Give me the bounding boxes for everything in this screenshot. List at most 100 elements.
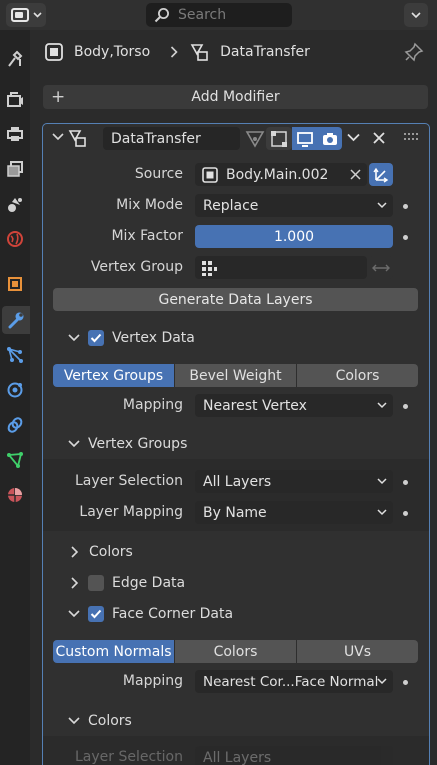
add-modifier-button[interactable]: + Add Modifier <box>43 85 428 109</box>
search-input[interactable] <box>178 7 288 23</box>
face-corner-data-header[interactable]: Face Corner Data <box>68 604 233 624</box>
properties-editor-icon <box>10 8 29 22</box>
add-modifier-label: Add Modifier <box>191 89 280 105</box>
particles-icon <box>7 347 23 363</box>
collapse-chevron-icon <box>68 610 80 618</box>
keyframe-dot[interactable] <box>403 235 408 240</box>
mix-mode-label: Mix Mode <box>116 197 183 213</box>
chevron-right-icon <box>171 46 178 58</box>
tab-output[interactable] <box>2 120 28 148</box>
invert-vertex-group-toggle[interactable] <box>369 256 393 279</box>
vertex-group-label: Vertex Group <box>90 259 183 275</box>
vertex-colors-subpanel-title: Colors <box>89 544 133 560</box>
collapse-chevron-icon <box>68 440 80 448</box>
vertex-group-field[interactable] <box>195 256 367 279</box>
mix-factor-slider[interactable]: 1.000 <box>195 225 393 248</box>
tab-object-data[interactable] <box>2 446 28 474</box>
render-icon <box>7 92 23 107</box>
tab-custom-normals[interactable]: Custom Normals <box>53 640 175 663</box>
vertex-mapping-dropdown[interactable]: Nearest Vertex <box>195 394 393 417</box>
object-icon <box>45 43 63 61</box>
wrench-icon <box>8 312 24 329</box>
close-icon[interactable] <box>372 131 386 145</box>
face-layer-selection-label: Layer Selection <box>74 749 183 765</box>
tab-world[interactable] <box>2 225 28 253</box>
vertex-groups-subpanel-title: Vertex Groups <box>88 436 188 452</box>
generate-data-layers-button[interactable]: Generate Data Layers <box>53 288 418 311</box>
object-transform-toggle[interactable] <box>369 163 393 186</box>
world-icon <box>7 231 23 247</box>
tab-uvs[interactable]: UVs <box>297 640 418 663</box>
viewport-toggle[interactable] <box>292 127 318 150</box>
source-field[interactable]: Body.Main.002 <box>195 163 367 186</box>
clear-icon[interactable] <box>350 169 361 180</box>
breadcrumb: Body,Torso DataTransfer <box>44 38 310 66</box>
tab-constraints[interactable] <box>2 411 28 439</box>
data-transfer-icon <box>190 44 208 61</box>
vertex-data-tabs: Vertex Groups Bevel Weight Colors <box>53 364 418 387</box>
face-corner-mapping-label: Mapping <box>122 673 183 689</box>
chevron-down-icon <box>377 509 387 516</box>
keyframe-dot[interactable] <box>403 480 408 485</box>
search-field[interactable] <box>146 3 292 27</box>
editor-type-button[interactable] <box>6 3 46 27</box>
data-transfer-icon <box>68 130 86 147</box>
tab-modifiers[interactable] <box>2 306 30 334</box>
chevron-right-icon <box>71 546 79 558</box>
tab-view-layer[interactable] <box>2 155 28 183</box>
chevron-down-icon <box>32 12 42 18</box>
chevron-down-icon <box>411 11 421 18</box>
layer-mapping-value: By Name <box>203 504 267 521</box>
tab-colors[interactable]: Colors <box>175 640 297 663</box>
tab-tool[interactable] <box>2 45 28 73</box>
options-dropdown[interactable] <box>404 3 428 27</box>
checkmark-icon <box>90 609 102 619</box>
edge-data-checkbox[interactable] <box>88 575 104 591</box>
mix-factor-value: 1.000 <box>273 228 315 245</box>
chevron-down-icon[interactable] <box>347 133 360 142</box>
tab-material[interactable] <box>2 481 28 509</box>
on-cage-icon[interactable] <box>245 129 265 149</box>
face-layer-selection-dropdown[interactable]: All Layers <box>195 746 393 765</box>
face-corner-data-title: Face Corner Data <box>112 606 234 622</box>
face-colors-subpanel-title: Colors <box>88 713 132 729</box>
keyframe-dot[interactable] <box>403 511 408 516</box>
tool-icon <box>8 50 23 67</box>
face-corner-data-checkbox[interactable] <box>88 606 104 622</box>
tab-particles[interactable] <box>2 341 28 369</box>
tab-bevel-weight[interactable]: Bevel Weight <box>175 364 297 387</box>
tab-colors[interactable]: Colors <box>297 364 418 387</box>
modifier-name-field[interactable]: DataTransfer <box>103 127 240 150</box>
keyframe-dot[interactable] <box>403 404 408 409</box>
tab-render[interactable] <box>2 85 28 113</box>
vertex-data-header[interactable]: Vertex Data <box>68 328 195 348</box>
vertex-colors-subpanel-header[interactable]: Colors <box>70 542 133 562</box>
drag-handle-icon[interactable] <box>404 133 420 141</box>
edge-data-header[interactable]: Edge Data <box>70 573 185 593</box>
chevron-down-icon <box>377 478 387 485</box>
vertex-mapping-label: Mapping <box>122 397 183 413</box>
constraints-icon <box>7 417 23 433</box>
render-toggle[interactable] <box>318 127 342 150</box>
tab-scene[interactable] <box>2 190 28 218</box>
keyframe-dot[interactable] <box>403 204 408 209</box>
layer-mapping-dropdown[interactable]: By Name <box>195 501 393 524</box>
collapse-chevron-icon[interactable] <box>52 132 64 142</box>
edit-mode-toggle[interactable] <box>266 127 292 150</box>
layer-selection-dropdown[interactable]: All Layers <box>195 470 393 493</box>
scene-icon <box>8 198 22 212</box>
layer-selection-label: Layer Selection <box>74 473 183 489</box>
face-corner-tabs: Custom Normals Colors UVs <box>53 640 418 663</box>
tab-vertex-groups[interactable]: Vertex Groups <box>53 364 175 387</box>
keyframe-dot[interactable] <box>403 680 408 685</box>
vertex-data-checkbox[interactable] <box>88 330 104 346</box>
face-colors-subpanel-header[interactable]: Colors <box>68 711 132 731</box>
face-corner-mapping-dropdown[interactable]: Nearest Cor...Face Normal <box>195 670 393 693</box>
mix-mode-dropdown[interactable]: Replace <box>195 194 393 217</box>
mix-factor-label: Mix Factor <box>111 228 183 244</box>
tab-object[interactable] <box>2 270 28 298</box>
tab-physics[interactable] <box>2 376 28 404</box>
pin-icon[interactable] <box>404 42 424 62</box>
top-header <box>0 0 437 30</box>
vertex-groups-subpanel-header[interactable]: Vertex Groups <box>68 434 187 454</box>
